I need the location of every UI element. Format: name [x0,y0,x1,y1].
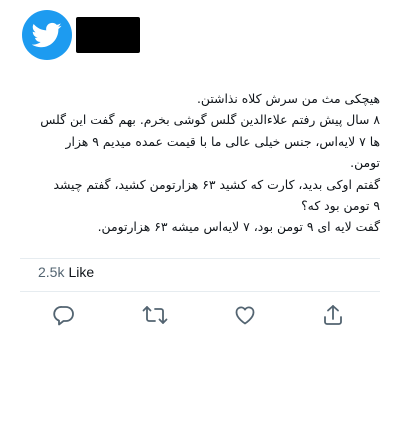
redacted-username [76,17,140,53]
tweet-line: گفت لایه ای ۹ تومن بود، ۷ لایه‌اس میشه ۶… [97,219,380,235]
retweet-icon [142,306,168,324]
twitter-bird-icon [32,22,62,48]
avatar[interactable] [22,10,72,60]
share-icon [324,305,342,325]
retweet-button[interactable] [142,302,168,328]
tweet-line: گفتم اوکی بدید، کارت که کشید ۶۳ هزارتومن… [53,176,381,192]
tweet-line: ۹ تومن بود که؟ [301,198,380,214]
likes-label: Like [68,264,95,280]
tweet-line: ها ۷ لایه‌اس، جنس خیلی عالی ما با قیمت ع… [65,133,380,149]
share-button[interactable] [320,302,346,328]
reply-button[interactable] [51,302,77,328]
tweet-text: هیچکی مث من سرش کلاه نذاشتن. ۸ سال پیش ر… [18,88,380,238]
heart-icon [235,306,255,325]
reply-icon [53,306,74,326]
likes-stat[interactable]: 2.5k Like [38,264,94,280]
tweet-line: هیچکی مث من سرش کلاه نذاشتن. [196,91,380,106]
tweet-line: ۸ سال پیش رفتم علاءالدین گلس گوشی بخرم. … [40,112,380,128]
tweet-line: تومن. [350,155,380,171]
likes-count: 2.5k [38,264,65,280]
like-button[interactable] [232,302,258,328]
tweet-header [0,0,400,80]
